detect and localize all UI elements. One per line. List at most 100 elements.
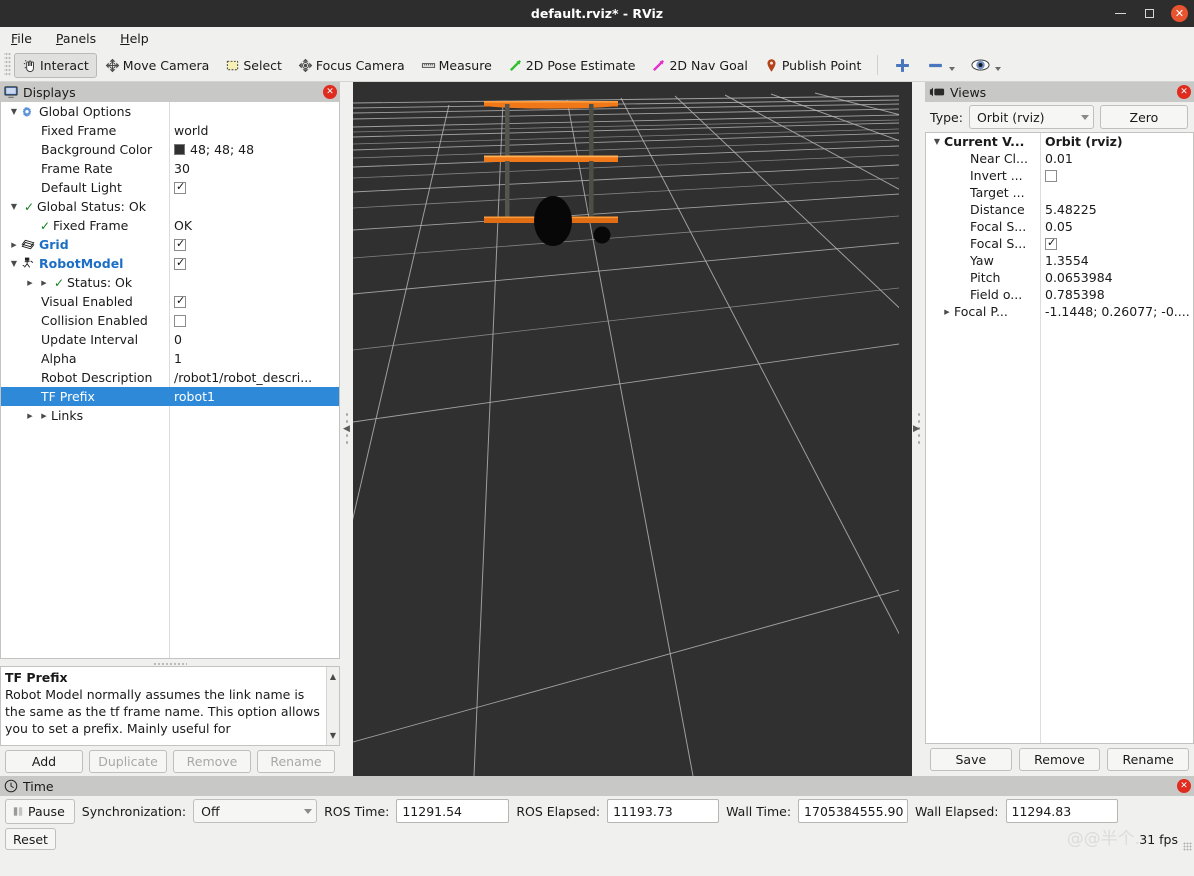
tool-2d-pose-estimate[interactable]: 2D Pose Estimate [500, 53, 644, 78]
checkbox[interactable] [174, 180, 186, 194]
color-swatch[interactable] [174, 144, 185, 155]
add-tool-icon[interactable] [886, 53, 919, 78]
displays-row-tf-prefix[interactable]: TF Prefix robot1 [1, 387, 339, 406]
displays-row-status-ok[interactable]: ✓Status: Ok [1, 273, 339, 292]
scroll-up-icon[interactable]: ▲ [330, 668, 336, 685]
row-value-cell[interactable]: 1.3554 [1040, 252, 1193, 269]
views-row-focal-s[interactable]: Focal S... 0.05 [926, 218, 1193, 235]
time-close-icon[interactable]: ✕ [1177, 779, 1191, 793]
menu-item-file[interactable]: File [8, 30, 35, 47]
remove-tool-icon[interactable] [919, 53, 963, 78]
toolbar-grip-icon[interactable] [4, 53, 11, 77]
right-splitter[interactable]: ▶ [912, 82, 925, 776]
tool-focus-camera[interactable]: Focus Camera [290, 53, 413, 78]
chevron-right-icon[interactable] [37, 278, 51, 287]
row-value-cell[interactable]: 0.0653984 [1040, 269, 1193, 286]
checkbox[interactable] [1045, 236, 1057, 250]
remove-view-button[interactable]: Remove [1018, 748, 1101, 771]
row-value-cell[interactable]: -1.1448; 0.26077; -0.... [1040, 303, 1193, 320]
checkbox[interactable] [174, 294, 186, 308]
rename-button[interactable]: Rename [257, 749, 335, 773]
displays-row-visual-enabled[interactable]: Visual Enabled [1, 292, 339, 311]
row-value-cell[interactable]: 0 [169, 330, 339, 349]
checkbox[interactable] [174, 256, 186, 270]
tool-select[interactable]: Select [217, 53, 290, 78]
tool-visibility-icon[interactable] [963, 53, 1009, 78]
rename-view-button[interactable]: Rename [1107, 748, 1190, 771]
displays-row-global-status-ok[interactable]: ✓Global Status: Ok [1, 197, 339, 216]
row-value-cell[interactable] [169, 273, 339, 292]
views-row-field-o[interactable]: Field o... 0.785398 [926, 286, 1193, 303]
displays-row-default-light[interactable]: Default Light [1, 178, 339, 197]
views-row-focal-p[interactable]: Focal P... -1.1448; 0.26077; -0.... [926, 303, 1193, 320]
chevron-right-icon[interactable] [37, 411, 51, 420]
chevron-down-icon[interactable] [7, 107, 21, 116]
description-scrollbar[interactable]: ▲ ▼ [326, 667, 339, 745]
wall-time-field[interactable]: 1705384555.90 [798, 799, 909, 823]
chevron-down-icon[interactable] [949, 67, 956, 71]
maximize-icon[interactable] [1142, 6, 1157, 21]
displays-row-background-color[interactable]: Background Color 48; 48; 48 [1, 140, 339, 159]
tool-2d-nav-goal[interactable]: 2D Nav Goal [643, 53, 755, 78]
checkbox[interactable] [1045, 169, 1057, 182]
chevron-left-icon[interactable]: ◀ [343, 424, 350, 434]
chevron-down-icon[interactable] [995, 67, 1002, 71]
synchronization-select[interactable]: Off [193, 799, 318, 823]
views-row-near-cl[interactable]: Near Cl... 0.01 [926, 150, 1193, 167]
duplicate-button[interactable]: Duplicate [89, 749, 167, 773]
tool-measure[interactable]: Measure [413, 53, 500, 78]
row-value-cell[interactable]: 0.785398 [1040, 286, 1193, 303]
row-value-cell[interactable] [1040, 167, 1193, 184]
row-value-cell[interactable] [1040, 235, 1193, 252]
displays-row-robotmodel[interactable]: RobotModel [1, 254, 339, 273]
row-value-cell[interactable] [169, 235, 339, 254]
row-value-cell[interactable] [169, 311, 339, 330]
displays-row-global-options[interactable]: Global Options [1, 102, 339, 121]
displays-row-fixed-frame[interactable]: ✓ Fixed Frame OK [1, 216, 339, 235]
views-tree[interactable]: Current V... Orbit (rviz) Near Cl... 0.01 In… [925, 132, 1194, 744]
row-value-cell[interactable]: 30 [169, 159, 339, 178]
views-row-distance[interactable]: Distance 5.48225 [926, 201, 1193, 218]
wall-elapsed-field[interactable]: 11294.83 [1005, 799, 1118, 823]
row-value-cell[interactable]: 0.01 [1040, 150, 1193, 167]
displays-row-alpha[interactable]: Alpha 1 [1, 349, 339, 368]
views-row-current-v[interactable]: Current V... Orbit (rviz) [926, 133, 1193, 150]
minimize-icon[interactable] [1113, 6, 1128, 21]
resize-corner-icon[interactable] [1183, 842, 1192, 851]
views-row-invert[interactable]: Invert ... [926, 167, 1193, 184]
reset-button[interactable]: Reset [5, 828, 56, 850]
views-row-pitch[interactable]: Pitch 0.0653984 [926, 269, 1193, 286]
menu-item-help[interactable]: Help [117, 30, 152, 47]
row-value-cell[interactable] [169, 197, 339, 216]
row-value-cell[interactable] [1040, 184, 1193, 201]
views-row-yaw[interactable]: Yaw 1.3554 [926, 252, 1193, 269]
checkbox[interactable] [174, 237, 186, 251]
displays-row-frame-rate[interactable]: Frame Rate 30 [1, 159, 339, 178]
row-value-cell[interactable]: OK [169, 216, 339, 235]
tool-move-camera[interactable]: Move Camera [97, 53, 218, 78]
displays-row-update-interval[interactable]: Update Interval 0 [1, 330, 339, 349]
left-splitter[interactable]: ◀ [340, 82, 353, 776]
row-value-cell[interactable]: Orbit (rviz) [1040, 133, 1193, 150]
row-value-cell[interactable]: 0.05 [1040, 218, 1193, 235]
tool-interact[interactable]: Interact [14, 52, 97, 78]
ros-time-field[interactable]: 11291.54 [396, 799, 510, 823]
displays-row-collision-enabled[interactable]: Collision Enabled [1, 311, 339, 330]
chevron-down-icon[interactable] [7, 259, 21, 268]
save-view-button[interactable]: Save [930, 748, 1012, 771]
menu-item-panels[interactable]: Panels [53, 30, 99, 47]
checkbox[interactable] [174, 314, 186, 327]
displays-tree[interactable]: Global Options Fixed Frame world Background… [0, 102, 340, 659]
displays-row-grid[interactable]: Grid [1, 235, 339, 254]
displays-row-robot-description[interactable]: Robot Description/robot1/robot_descri... [1, 368, 339, 387]
row-value-cell[interactable]: /robot1/robot_descri... [169, 368, 339, 387]
scroll-down-icon[interactable]: ▼ [330, 727, 336, 744]
views-row-target[interactable]: Target ... [926, 184, 1193, 201]
row-value-cell[interactable] [169, 254, 339, 273]
row-value-cell[interactable] [169, 178, 339, 197]
row-value-cell[interactable]: 5.48225 [1040, 201, 1193, 218]
row-value-cell[interactable]: robot1 [169, 387, 339, 406]
row-value-cell[interactable] [169, 102, 339, 121]
views-row-focal-s[interactable]: Focal S... [926, 235, 1193, 252]
chevron-right-icon[interactable] [7, 240, 21, 249]
